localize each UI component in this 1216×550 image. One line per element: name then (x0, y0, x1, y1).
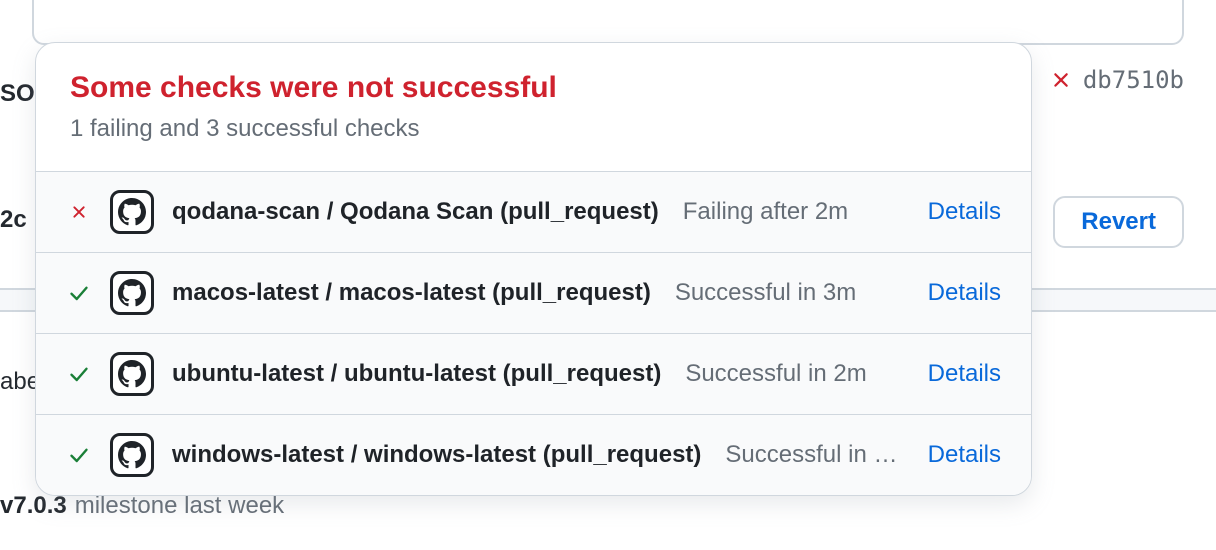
commit-sha[interactable]: db7510b (1083, 66, 1184, 94)
checks-popover: Some checks were not successful 1 failin… (35, 42, 1032, 496)
github-icon (110, 433, 154, 477)
check-result: Successful in 3m (675, 279, 898, 307)
milestone-row: v7.0.3 milestone last week (0, 492, 284, 520)
check-row: qodana-scan / Qodana Scan (pull_request)… (36, 172, 1031, 253)
x-icon (66, 202, 92, 222)
popover-title: Some checks were not successful (70, 71, 997, 105)
check-name[interactable]: windows-latest / windows-latest (pull_re… (172, 441, 701, 469)
github-icon (110, 352, 154, 396)
details-link[interactable]: Details (928, 279, 1001, 307)
popover-subtitle: 1 failing and 3 successful checks (70, 115, 997, 143)
details-link[interactable]: Details (928, 441, 1001, 469)
check-row: macos-latest / macos-latest (pull_reques… (36, 253, 1031, 334)
github-icon (110, 271, 154, 315)
check-name[interactable]: qodana-scan / Qodana Scan (pull_request) (172, 198, 659, 226)
check-icon (66, 281, 92, 305)
milestone-time: milestone last week (75, 492, 284, 520)
check-icon (66, 362, 92, 386)
check-row: ubuntu-latest / ubuntu-latest (pull_requ… (36, 334, 1031, 415)
milestone-version[interactable]: v7.0.3 (0, 492, 67, 520)
revert-button[interactable]: Revert (1053, 196, 1184, 248)
check-list: qodana-scan / Qodana Scan (pull_request)… (36, 171, 1031, 495)
check-result: Successful in 2m (685, 360, 897, 388)
commit-status[interactable]: db7510b (1049, 66, 1184, 94)
background-row-2: 2c (0, 196, 27, 244)
check-icon (66, 443, 92, 467)
github-icon (110, 190, 154, 234)
check-result: Successful in 4m (725, 441, 897, 469)
details-link[interactable]: Details (928, 360, 1001, 388)
check-result: Failing after 2m (683, 198, 898, 226)
popover-header: Some checks were not successful 1 failin… (36, 43, 1031, 171)
background-card (32, 0, 1184, 45)
text-fragment: 2c (0, 206, 27, 234)
check-name[interactable]: ubuntu-latest / ubuntu-latest (pull_requ… (172, 360, 661, 388)
details-link[interactable]: Details (928, 198, 1001, 226)
check-name[interactable]: macos-latest / macos-latest (pull_reques… (172, 279, 651, 307)
check-row: windows-latest / windows-latest (pull_re… (36, 415, 1031, 495)
x-icon (1049, 68, 1073, 92)
